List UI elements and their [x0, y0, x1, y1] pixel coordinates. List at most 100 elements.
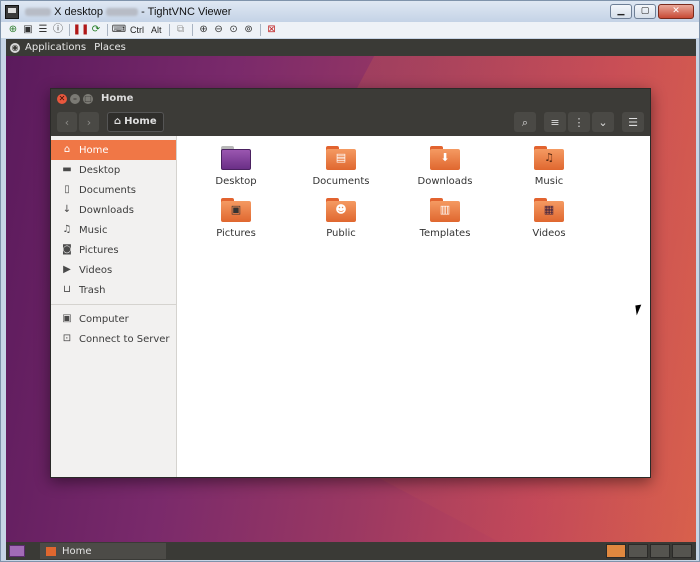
bottom-taskbar: Home	[6, 542, 696, 560]
grid-view-button[interactable]: ⋮	[568, 112, 590, 132]
file-item-templates[interactable]: ▥ Templates	[400, 198, 490, 239]
show-desktop-button[interactable]	[9, 545, 25, 557]
sidebar-item-videos[interactable]: ▶ Videos	[51, 260, 176, 280]
sidebar-item-label: Home	[79, 144, 109, 156]
sidebar-item-music[interactable]: ♫ Music	[51, 220, 176, 240]
file-item-documents[interactable]: ▤ Documents	[296, 146, 386, 187]
info-icon[interactable]: ⓘ	[52, 24, 64, 36]
ubuntu-logo-icon: ◉	[10, 42, 20, 53]
camera-icon: ◙	[62, 244, 72, 255]
window-maximize-button[interactable]: □	[83, 93, 93, 104]
downloads-folder-icon: ⬇	[430, 146, 460, 170]
sidebar-item-trash[interactable]: ⊔ Trash	[51, 280, 176, 300]
zoom-fit-icon[interactable]: ⊚	[243, 24, 255, 36]
pause-icon[interactable]: ❚❚	[73, 24, 90, 36]
search-button[interactable]: ⌕	[514, 112, 536, 132]
view-options-button[interactable]: ⌄	[592, 112, 614, 132]
chevron-right-icon: ›	[86, 115, 92, 129]
sidebar-item-documents[interactable]: ▯ Documents	[51, 180, 176, 200]
sidebar-item-label: Connect to Server	[79, 333, 170, 345]
vnc-app-icon[interactable]	[5, 4, 19, 19]
back-button[interactable]: ‹	[57, 112, 77, 132]
options-icon[interactable]: ☰	[37, 24, 49, 36]
file-item-desktop[interactable]: Desktop	[191, 146, 281, 187]
mouse-pointer-icon	[635, 304, 643, 316]
workspace-switcher	[606, 544, 692, 558]
music-icon: ♫	[62, 224, 72, 235]
forward-button[interactable]: ›	[79, 112, 99, 132]
taskbar-window-home[interactable]: Home	[40, 543, 166, 559]
sidebar-divider	[51, 304, 176, 305]
file-item-label: Pictures	[216, 228, 256, 239]
file-manager-headerbar: ‹ › ⌂ Home ⌕ ≡ ⋮ ⌄ ☰	[51, 108, 650, 136]
refresh-icon[interactable]: ⟳	[90, 24, 102, 36]
vnc-viewer-window: X desktop - TightVNC Viewer ▁ ▢ ✕ ⊕ ▣ ☰ …	[0, 0, 700, 562]
search-icon: ⌕	[521, 115, 529, 129]
desktop-folder-icon: ▬	[62, 164, 72, 175]
download-icon: ↓	[62, 204, 72, 215]
ctrl-alt-del-icon[interactable]: ⌨	[112, 24, 126, 36]
sidebar-item-connect-to-server[interactable]: ⊡ Connect to Server	[51, 329, 176, 349]
places-menu[interactable]: Places	[94, 42, 126, 53]
close-icon: ✕	[672, 6, 680, 16]
sidebar-item-pictures[interactable]: ◙ Pictures	[51, 240, 176, 260]
file-item-label: Public	[326, 228, 356, 239]
ctrl-key-button[interactable]: Ctrl	[128, 25, 146, 35]
maximize-button[interactable]: ▢	[634, 4, 656, 19]
file-item-pictures[interactable]: ▣ Pictures	[191, 198, 281, 239]
close-button[interactable]: ✕	[658, 4, 694, 19]
minimize-button[interactable]: ▁	[610, 4, 632, 19]
home-icon: ⌂	[114, 116, 122, 127]
trash-icon: ⊔	[63, 284, 71, 295]
save-icon[interactable]: ▣	[22, 24, 34, 36]
remote-desktop[interactable]: ◉ Applications Places ✕ – □ Home ‹ › ⌂ H…	[6, 39, 696, 560]
sidebar-item-downloads[interactable]: ↓ Downloads	[51, 200, 176, 220]
maximize-icon: ▢	[640, 6, 650, 16]
sidebar-item-label: Documents	[79, 184, 137, 196]
grid-view-icon: ⋮	[573, 115, 585, 129]
sidebar-item-home[interactable]: ⌂ Home	[51, 140, 176, 160]
maximize-icon: □	[84, 93, 92, 103]
file-manager-titlebar[interactable]: ✕ – □ Home	[51, 89, 650, 108]
file-item-label: Downloads	[417, 176, 473, 187]
file-item-music[interactable]: ♫ Music	[504, 146, 594, 187]
new-connection-icon[interactable]: ⊕	[7, 24, 19, 36]
path-bar-home[interactable]: ⌂ Home	[107, 112, 164, 132]
minimize-icon: –	[73, 93, 77, 103]
sidebar-item-desktop[interactable]: ▬ Desktop	[51, 160, 176, 180]
file-item-label: Videos	[532, 228, 566, 239]
sidebar-item-label: Trash	[79, 284, 106, 296]
file-item-downloads[interactable]: ⬇ Downloads	[400, 146, 490, 187]
file-manager-window: ✕ – □ Home ‹ › ⌂ Home ⌕ ≡ ⋮ ⌄ ☰ ⌂ Home ▬…	[50, 88, 651, 478]
window-minimize-button[interactable]: –	[70, 93, 80, 104]
workspace-3[interactable]	[650, 544, 670, 558]
zoom-in-icon[interactable]: ⊕	[198, 24, 210, 36]
file-item-videos[interactable]: ▦ Videos	[504, 198, 594, 239]
menu-button[interactable]: ☰	[622, 112, 644, 132]
sidebar-item-label: Desktop	[79, 164, 121, 176]
workspace-1[interactable]	[606, 544, 626, 558]
window-title: Home	[101, 93, 134, 104]
vnc-window-title: X desktop - TightVNC Viewer	[25, 6, 231, 18]
window-close-button[interactable]: ✕	[57, 93, 67, 104]
workspace-4[interactable]	[672, 544, 692, 558]
workspace-2[interactable]	[628, 544, 648, 558]
zoom-100-icon[interactable]: ⊙	[228, 24, 240, 36]
list-view-button[interactable]: ≡	[544, 112, 566, 132]
places-sidebar: ⌂ Home ▬ Desktop ▯ Documents ↓ Downloads…	[51, 136, 177, 477]
vnc-titlebar[interactable]: X desktop - TightVNC Viewer ▁ ▢ ✕	[1, 1, 699, 22]
close-icon: ✕	[58, 93, 66, 103]
sidebar-item-computer[interactable]: ▣ Computer	[51, 309, 176, 329]
vnc-title-suffix: X desktop	[54, 5, 103, 18]
document-icon: ▯	[64, 184, 70, 195]
fullscreen-icon[interactable]: ⊠	[266, 24, 278, 36]
zoom-out-icon[interactable]: ⊖	[213, 24, 225, 36]
transfer-files-icon[interactable]: ⧉	[175, 24, 187, 36]
applications-menu[interactable]: Applications	[25, 42, 86, 53]
file-item-label: Music	[534, 176, 564, 187]
alt-key-button[interactable]: Alt	[149, 25, 164, 35]
templates-folder-icon: ▥	[430, 198, 460, 222]
file-item-public[interactable]: ☻ Public	[296, 198, 386, 239]
toolbar-divider	[69, 24, 70, 36]
toolbar-divider	[168, 24, 170, 36]
